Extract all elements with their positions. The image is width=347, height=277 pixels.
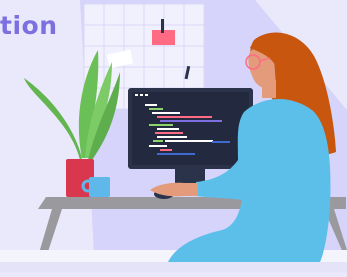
hero-illustration: tion bbox=[0, 0, 347, 272]
page-title: tion bbox=[0, 11, 58, 40]
floor-edge bbox=[0, 262, 347, 272]
